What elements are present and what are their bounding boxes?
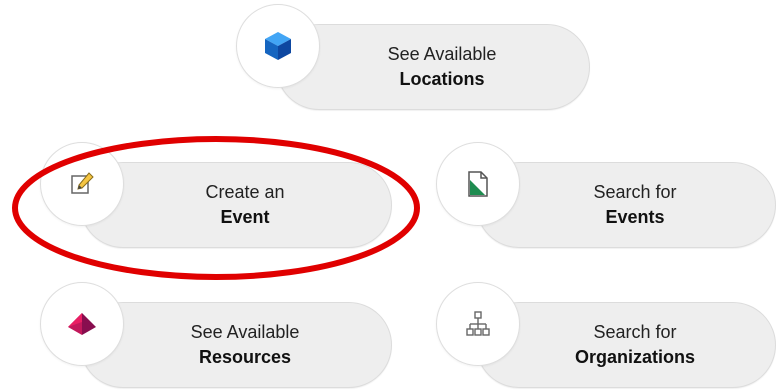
resources-icon-button[interactable] — [40, 282, 124, 366]
locations-icon-button[interactable] — [236, 4, 320, 88]
create-event-button[interactable]: Create an Event — [80, 162, 392, 248]
see-available-locations-button[interactable]: See Available Locations — [276, 24, 590, 110]
search-events-button[interactable]: Search for Events — [476, 162, 776, 248]
tile-see-available-locations[interactable]: See Available Locations — [236, 4, 592, 114]
tile-line2: Resources — [198, 347, 292, 367]
tile-search-organizations[interactable]: Search for Organizations — [436, 282, 776, 392]
search-organizations-icon-button[interactable] — [436, 282, 520, 366]
tile-create-event[interactable]: Create an Event — [40, 142, 396, 252]
search-events-icon-button[interactable] — [436, 142, 520, 226]
tile-line2: Event — [220, 207, 270, 227]
tile-line2: Organizations — [574, 347, 695, 367]
tile-line2: Locations — [399, 69, 485, 89]
tile-search-events[interactable]: Search for Events — [436, 142, 776, 252]
pyramid-icon — [67, 312, 97, 336]
tile-line1: See Available — [387, 44, 497, 64]
document-icon — [467, 171, 489, 197]
see-available-resources-button[interactable]: See Available Resources — [80, 302, 392, 388]
cube-icon — [264, 31, 292, 61]
edit-pencil-icon — [69, 171, 95, 197]
tile-line1: Search for — [593, 182, 677, 202]
org-chart-icon — [465, 311, 491, 337]
tile-line1: Search for — [593, 322, 677, 342]
tile-line2: Events — [605, 207, 665, 227]
tile-see-available-resources[interactable]: See Available Resources — [40, 282, 396, 392]
tile-line1: Create an — [205, 182, 285, 202]
create-event-icon-button[interactable] — [40, 142, 124, 226]
tile-line1: See Available — [190, 322, 300, 342]
search-organizations-button[interactable]: Search for Organizations — [476, 302, 776, 388]
